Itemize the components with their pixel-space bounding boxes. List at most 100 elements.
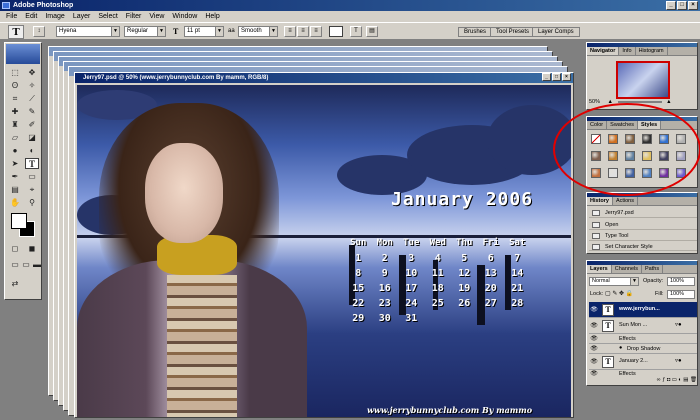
font-style-select[interactable]: Regular ▼: [124, 26, 166, 37]
document-title-bar[interactable]: Jerry97.psd @ 50% (www.jerrybunnyclub.co…: [75, 73, 573, 83]
font-size-select[interactable]: 11 pt ▼: [184, 26, 224, 37]
menu-layer[interactable]: Layer: [69, 11, 95, 22]
menu-select[interactable]: Select: [94, 11, 121, 22]
tab-brushes[interactable]: Brushes: [458, 27, 493, 37]
pen-tool-icon[interactable]: ✒: [8, 171, 22, 182]
photoshop-icon: [2, 2, 10, 9]
lock-label: Lock:: [590, 291, 604, 297]
eye-icon[interactable]: 👁: [590, 358, 598, 366]
menu-window[interactable]: Window: [168, 11, 201, 22]
shape-tool-icon[interactable]: ▭: [25, 171, 39, 182]
path-selection-tool-icon[interactable]: ➤: [8, 158, 22, 169]
eye-icon[interactable]: 👁: [590, 322, 598, 330]
history-item[interactable]: Set Character Style: [589, 242, 697, 251]
tab-history[interactable]: History: [587, 197, 613, 205]
navigator-zoom-value[interactable]: 50%: [589, 99, 600, 105]
zoom-in-icon[interactable]: ▲: [666, 99, 671, 105]
foreground-color-swatch[interactable]: [11, 213, 27, 229]
type-tool-preset-button[interactable]: T: [8, 25, 24, 39]
tab-layers[interactable]: Layers: [587, 265, 612, 273]
layer-effects-icon[interactable]: ▿●: [675, 321, 682, 328]
opacity-input[interactable]: 100%: [667, 277, 695, 286]
marquee-tool-icon[interactable]: ⬚: [8, 67, 22, 78]
navigator-thumbnail[interactable]: [616, 61, 670, 99]
document-window[interactable]: Jerry97.psd @ 50% (www.jerrybunnyclub.co…: [74, 72, 574, 418]
tab-channels[interactable]: Channels: [612, 265, 642, 273]
eye-icon[interactable]: 👁: [590, 335, 598, 343]
calendar-day: 9: [381, 268, 388, 279]
tab-info[interactable]: Info: [619, 47, 636, 55]
history-brush-tool-icon[interactable]: ✐: [25, 119, 39, 130]
slice-tool-icon[interactable]: ⟋: [25, 93, 39, 104]
blur-tool-icon[interactable]: ●: [8, 145, 22, 156]
move-tool-icon[interactable]: ✥: [25, 67, 39, 78]
menu-filter[interactable]: Filter: [122, 11, 146, 22]
font-family-select[interactable]: Hyena ▼: [56, 26, 120, 37]
new-layer-icon[interactable]: ▤: [683, 377, 690, 383]
hand-tool-icon[interactable]: ✋: [8, 197, 22, 208]
lock-icons[interactable]: ▢ ✎ ✥ 🔒: [605, 290, 633, 297]
calendar-day: 13: [484, 268, 497, 279]
blend-mode-select[interactable]: Normal ▼: [589, 277, 639, 286]
menu-view[interactable]: View: [145, 11, 168, 22]
maximize-button[interactable]: □: [677, 1, 687, 10]
crop-tool-icon[interactable]: ⌗: [8, 93, 22, 104]
chevron-down-icon: ▼: [157, 27, 165, 36]
layer-row[interactable]: 👁 T January 2... ▿●: [589, 354, 697, 370]
history-snapshot[interactable]: Jerry97.psd: [589, 208, 697, 218]
text-color-swatch[interactable]: [329, 26, 343, 37]
layer-effect-drop-shadow[interactable]: 👁 ● Drop Shadow: [589, 344, 697, 354]
minimize-button[interactable]: _: [666, 1, 676, 10]
jump-to-imageready-icon[interactable]: ⇄: [8, 278, 22, 289]
menu-edit[interactable]: Edit: [21, 11, 41, 22]
layer-effects-icon[interactable]: ▿●: [675, 357, 682, 364]
history-item[interactable]: Open: [589, 220, 697, 230]
brush-tool-icon[interactable]: ✎: [25, 106, 39, 117]
delete-layer-icon[interactable]: 🗑: [690, 377, 697, 383]
eraser-tool-icon[interactable]: ▱: [8, 132, 22, 143]
calendar-day: 4: [434, 253, 441, 264]
type-tool-icon[interactable]: T: [25, 158, 39, 169]
lasso-tool-icon[interactable]: ʘ: [8, 80, 22, 91]
doc-minimize-button[interactable]: _: [542, 73, 551, 81]
align-right-button[interactable]: ≡: [310, 26, 322, 37]
tab-paths[interactable]: Paths: [642, 265, 664, 273]
eye-icon[interactable]: 👁: [590, 345, 598, 353]
notes-tool-icon[interactable]: ▤: [8, 184, 22, 195]
text-orientation-icon[interactable]: ↕: [33, 26, 45, 37]
layer-row-selected[interactable]: 👁 T www.jerrybun...: [589, 302, 697, 318]
clone-stamp-tool-icon[interactable]: ♜: [8, 119, 22, 130]
align-left-button[interactable]: ≡: [284, 26, 296, 37]
magic-wand-tool-icon[interactable]: ✧: [25, 80, 39, 91]
dodge-tool-icon[interactable]: ◐: [25, 145, 39, 156]
doc-maximize-button[interactable]: □: [552, 73, 561, 81]
antialias-select[interactable]: Smooth ▼: [238, 26, 278, 37]
tab-tool-presets[interactable]: Tool Presets: [490, 27, 536, 37]
palettes-icon[interactable]: ▤: [366, 26, 378, 37]
fill-input[interactable]: 100%: [667, 290, 695, 299]
warp-text-icon[interactable]: T: [350, 26, 362, 37]
document-canvas[interactable]: January 2006 Sun Mon Tue Wed Thu Fri Sat…: [77, 85, 571, 417]
standard-mode-icon[interactable]: ◻: [8, 243, 22, 254]
zoom-tool-icon[interactable]: ⚲: [25, 197, 39, 208]
paint-bucket-tool-icon[interactable]: ◪: [25, 132, 39, 143]
tab-layer-comps[interactable]: Layer Comps: [532, 27, 580, 37]
close-button[interactable]: ×: [688, 1, 698, 10]
eyedropper-tool-icon[interactable]: ⌖: [25, 184, 39, 195]
align-center-button[interactable]: ≡: [297, 26, 309, 37]
layer-effects-row[interactable]: 👁 Effects: [589, 334, 697, 344]
tab-histogram[interactable]: Histogram: [636, 47, 668, 55]
menu-file[interactable]: File: [2, 11, 21, 22]
menu-help[interactable]: Help: [201, 11, 223, 22]
screen-mode-full-icon[interactable]: ▬: [30, 259, 44, 270]
calendar-day: 21: [511, 283, 524, 294]
quick-mask-mode-icon[interactable]: ◼: [25, 243, 39, 254]
eye-icon[interactable]: 👁: [590, 306, 598, 314]
menu-image[interactable]: Image: [41, 11, 68, 22]
tab-actions[interactable]: Actions: [613, 197, 638, 205]
healing-brush-tool-icon[interactable]: ✚: [8, 106, 22, 117]
tab-navigator[interactable]: Navigator: [587, 47, 620, 55]
layer-row[interactable]: 👁 T Sun Mon ... ▿●: [589, 318, 697, 334]
doc-close-button[interactable]: ×: [562, 73, 571, 81]
history-item[interactable]: Type Tool: [589, 231, 697, 241]
